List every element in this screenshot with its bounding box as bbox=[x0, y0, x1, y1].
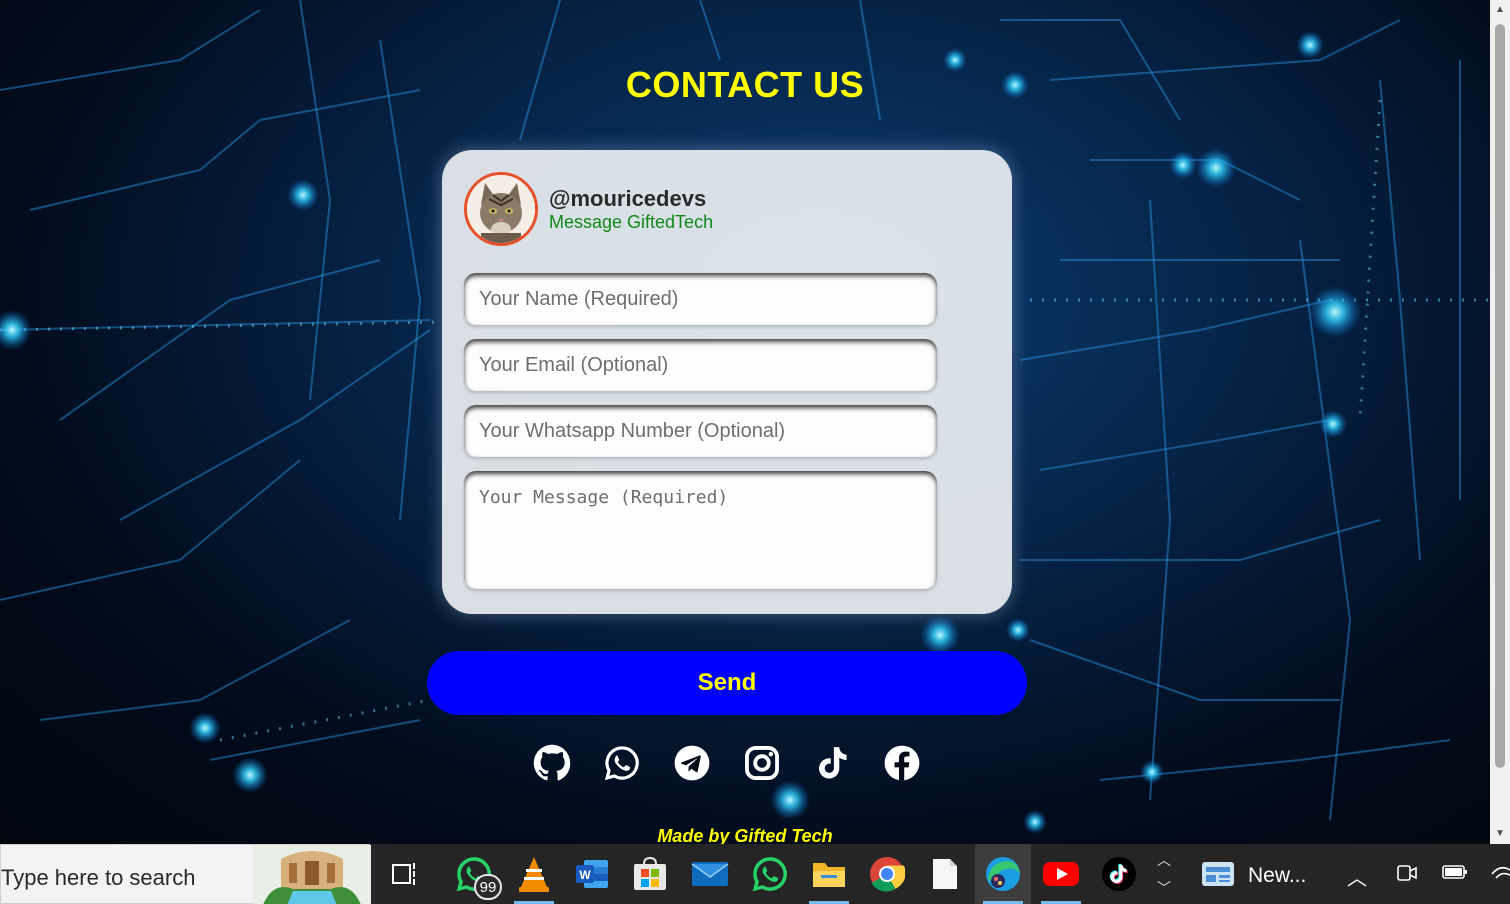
whatsapp-unread-badge: 99 bbox=[474, 874, 502, 900]
instagram-icon[interactable] bbox=[742, 743, 782, 783]
tiktok-icon[interactable] bbox=[812, 743, 852, 783]
profile-handle: @mouricedevs bbox=[549, 186, 707, 211]
profile-subtitle: Message GiftedTech bbox=[549, 212, 714, 232]
telegram-icon[interactable] bbox=[672, 743, 712, 783]
page-title: CONTACT US bbox=[625, 64, 865, 105]
whatsapp-number-input[interactable]: Your Whatsapp Number (Optional) bbox=[464, 405, 937, 457]
taskbar-overflow-arrows[interactable]: ︿ ﹀ bbox=[1150, 844, 1178, 904]
edge-icon[interactable] bbox=[981, 852, 1025, 904]
tiktok-taskbar-icon[interactable] bbox=[1097, 852, 1141, 896]
email-input[interactable]: Your Email (Optional) bbox=[464, 339, 937, 391]
chevron-down-icon[interactable]: ﹀ bbox=[1150, 878, 1178, 898]
whatsapp-desktop-icon[interactable] bbox=[748, 852, 792, 896]
chrome-icon[interactable] bbox=[865, 852, 909, 896]
taskbar-search-box[interactable]: Type here to search bbox=[0, 844, 371, 904]
cat-avatar bbox=[464, 172, 538, 246]
whatsapp-icon[interactable] bbox=[602, 743, 642, 783]
email-placeholder: Your Email (Optional) bbox=[479, 353, 669, 376]
whatsapp-placeholder: Your Whatsapp Number (Optional) bbox=[479, 419, 786, 442]
svg-text:W: W bbox=[579, 868, 591, 882]
search-highlight-illustration bbox=[253, 845, 371, 904]
contact-card: @mouricedevs Message GiftedTech Your Nam… bbox=[442, 150, 1012, 614]
message-placeholder: Your Message (Required) bbox=[479, 487, 729, 508]
notepad-icon[interactable] bbox=[923, 852, 967, 896]
facebook-icon[interactable] bbox=[882, 743, 922, 783]
mail-icon[interactable] bbox=[688, 852, 732, 896]
social-links bbox=[532, 743, 922, 783]
scroll-up-arrow-icon[interactable]: ▲ bbox=[1490, 4, 1510, 20]
name-placeholder: Your Name (Required) bbox=[479, 287, 679, 310]
news-widget-label[interactable]: New... bbox=[1248, 864, 1306, 888]
scroll-down-arrow-icon[interactable]: ▼ bbox=[1490, 828, 1510, 842]
chevron-up-icon[interactable]: ︿ bbox=[1150, 850, 1178, 870]
scroll-thumb[interactable] bbox=[1495, 24, 1505, 768]
send-button[interactable]: Send bbox=[427, 651, 1027, 715]
task-view-icon[interactable] bbox=[384, 852, 428, 896]
search-placeholder: Type here to search bbox=[1, 865, 196, 890]
wifi-icon[interactable] bbox=[1490, 862, 1510, 890]
file-explorer-icon[interactable] bbox=[807, 852, 851, 904]
github-icon[interactable] bbox=[532, 743, 572, 783]
page-scrollbar[interactable]: ▲ ▼ bbox=[1490, 0, 1510, 844]
news-widget-icon[interactable] bbox=[1196, 852, 1240, 896]
message-textarea[interactable]: Your Message (Required) bbox=[464, 471, 937, 589]
tray-expand-chevron-icon[interactable]: ︿ bbox=[1347, 862, 1367, 891]
word-icon[interactable]: W bbox=[570, 852, 614, 896]
windows-taskbar: Type here to search W ︿ ﹀ New... ︿ bbox=[0, 844, 1510, 904]
name-input[interactable]: Your Name (Required) bbox=[464, 273, 937, 325]
meet-now-icon[interactable] bbox=[1396, 862, 1418, 890]
microsoft-store-icon[interactable] bbox=[628, 852, 672, 896]
youtube-icon[interactable] bbox=[1039, 852, 1083, 904]
vlc-icon[interactable] bbox=[512, 852, 556, 904]
battery-icon[interactable] bbox=[1442, 862, 1468, 888]
